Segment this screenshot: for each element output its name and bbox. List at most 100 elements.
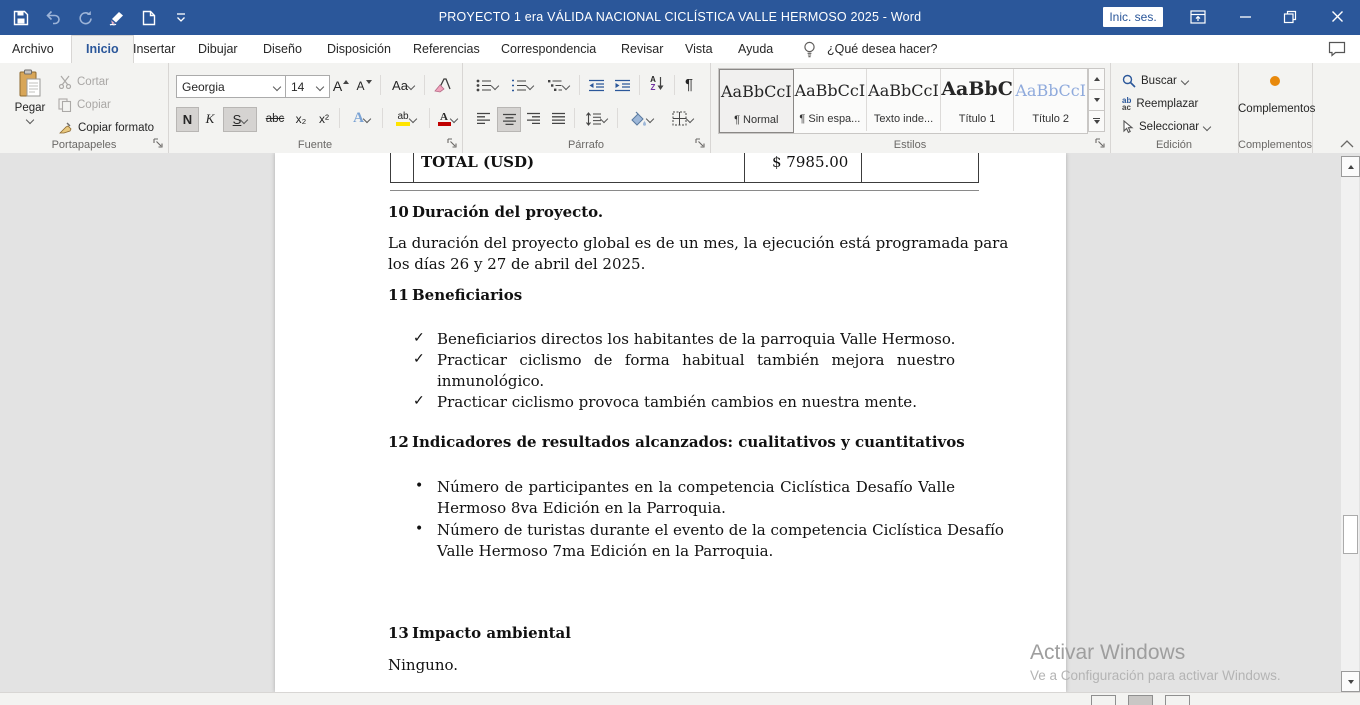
change-case-button[interactable]: Aa: [386, 74, 420, 97]
format-painter-button[interactable]: Copiar formato: [58, 119, 154, 137]
tab-diseno[interactable]: Diseño: [263, 35, 302, 63]
pilcrow-icon: ¶: [685, 76, 693, 93]
justify-button[interactable]: [547, 107, 569, 130]
font-name-dropdown-icon[interactable]: [273, 82, 281, 90]
highlight-dropdown-icon[interactable]: [409, 114, 417, 122]
select-button[interactable]: Seleccionar: [1122, 118, 1210, 136]
table-cell-amount: $ 7985.00: [772, 153, 848, 171]
tell-me-box[interactable]: ¿Qué desea hacer?: [827, 35, 938, 63]
collapse-ribbon-icon[interactable]: [1340, 139, 1356, 151]
ribbon-display-options-icon[interactable]: [1181, 0, 1215, 33]
numbered-list-button[interactable]: [507, 74, 537, 97]
group-label-clipboard: Portapapeles: [0, 139, 168, 151]
document-canvas[interactable]: TOTAL (USD) $ 7985.00 10Duración del pro…: [0, 153, 1360, 692]
superscript-button[interactable]: x²: [313, 107, 335, 130]
tab-archivo[interactable]: Archivo: [12, 35, 54, 63]
underline-dropdown-icon[interactable]: [240, 115, 248, 123]
bullet-list-button[interactable]: [472, 74, 502, 97]
sort-button[interactable]: A Z: [644, 72, 670, 95]
addins-button[interactable]: Complementos: [1238, 69, 1312, 115]
styles-scroll-down-button[interactable]: [1088, 90, 1105, 111]
subscript-button[interactable]: x₂: [290, 107, 312, 130]
bold-button[interactable]: N: [176, 107, 199, 132]
bullet-list-dropdown-icon[interactable]: [491, 81, 499, 89]
font-size-combo[interactable]: 14: [285, 75, 330, 98]
replace-icon: ab ac: [1122, 97, 1131, 111]
underline-button[interactable]: S: [223, 107, 257, 132]
decrease-indent-button[interactable]: [584, 74, 608, 97]
table-border: [861, 153, 862, 182]
list-item-line: Número de turistas durante el evento de …: [437, 520, 955, 541]
restore-icon[interactable]: [1273, 0, 1307, 33]
style-no-spacing[interactable]: AaBbCcI ¶ Sin espa...: [794, 69, 868, 131]
minimize-icon[interactable]: [1228, 0, 1262, 33]
borders-button[interactable]: [663, 107, 701, 130]
tab-ayuda[interactable]: Ayuda: [738, 35, 773, 63]
tab-dibujar[interactable]: Dibujar: [198, 35, 238, 63]
heading-number: 11: [388, 286, 412, 304]
style-indent-text[interactable]: AaBbCcI Texto inde...: [867, 69, 941, 131]
tab-vista[interactable]: Vista: [685, 35, 713, 63]
tab-disposicion[interactable]: Disposición: [327, 35, 391, 63]
tab-insertar[interactable]: Insertar: [133, 35, 175, 63]
style-heading1[interactable]: AaBbC Título 1: [941, 69, 1015, 131]
paste-dropdown-icon[interactable]: [26, 116, 34, 124]
align-center-button[interactable]: [497, 107, 521, 132]
style-normal[interactable]: AaBbCcI ¶ Normal: [719, 69, 794, 133]
group-styles: AaBbCcI ¶ Normal AaBbCcI ¶ Sin espa... A…: [710, 63, 1111, 153]
comment-icon[interactable]: [1328, 41, 1346, 57]
scroll-up-button[interactable]: [1341, 156, 1360, 177]
cut-icon: [58, 75, 72, 89]
shading-button[interactable]: [622, 107, 660, 130]
strikethrough-button[interactable]: abc: [261, 107, 289, 130]
font-color-button[interactable]: A: [432, 107, 462, 130]
select-dropdown-icon[interactable]: [1203, 123, 1211, 131]
scrollbar-thumb[interactable]: [1343, 515, 1358, 554]
increase-indent-button[interactable]: [610, 74, 634, 97]
font-name-combo[interactable]: Georgia: [176, 75, 287, 98]
font-dialog-launcher-icon[interactable]: [447, 138, 459, 150]
find-dropdown-icon[interactable]: [1181, 77, 1189, 85]
cut-label: Cortar: [77, 76, 109, 88]
vertical-scrollbar[interactable]: [1341, 156, 1359, 692]
styles-more-button[interactable]: [1088, 111, 1105, 132]
font-size-dropdown-icon[interactable]: [316, 82, 324, 90]
font-color-dropdown-icon[interactable]: [449, 114, 457, 122]
close-icon[interactable]: [1320, 0, 1354, 33]
line-spacing-dropdown-icon[interactable]: [599, 114, 607, 122]
clipboard-dialog-launcher-icon[interactable]: [153, 138, 165, 150]
group-font: Georgia 14 A A Aa N K S abc x₂ x² A: [168, 63, 463, 153]
style-heading2[interactable]: AaBbCcI Título 2: [1014, 69, 1087, 131]
align-right-button[interactable]: [522, 107, 544, 130]
find-button[interactable]: Buscar: [1122, 72, 1188, 90]
align-left-button[interactable]: [472, 107, 494, 130]
list-item-line: Hermoso 8va Edición en la Parroquia.: [437, 498, 955, 519]
shrink-font-button[interactable]: A: [354, 74, 374, 97]
group-label-font: Fuente: [168, 139, 462, 151]
sign-in-button[interactable]: Inic. ses.: [1103, 7, 1163, 27]
grow-font-button[interactable]: A: [330, 74, 352, 97]
clear-formatting-button[interactable]: [430, 73, 456, 96]
paragraph-dialog-launcher-icon[interactable]: [695, 138, 707, 150]
scroll-down-button[interactable]: [1341, 671, 1360, 692]
numbered-list-dropdown-icon[interactable]: [526, 81, 534, 89]
multilevel-list-dropdown-icon[interactable]: [562, 81, 570, 89]
tab-referencias[interactable]: Referencias: [413, 35, 480, 63]
highlight-button[interactable]: ab: [386, 107, 426, 130]
text-effects-button[interactable]: A: [345, 107, 378, 130]
tab-inicio[interactable]: Inicio: [71, 35, 134, 64]
styles-dialog-launcher-icon[interactable]: [1095, 138, 1107, 150]
borders-dropdown-icon[interactable]: [685, 114, 693, 122]
show-formatting-button[interactable]: ¶: [678, 73, 700, 96]
paste-button[interactable]: Pegar: [8, 67, 52, 135]
tab-correspondencia[interactable]: Correspondencia: [501, 35, 596, 63]
tab-revisar[interactable]: Revisar: [621, 35, 663, 63]
italic-button[interactable]: K: [200, 107, 220, 130]
table-border: [413, 153, 414, 182]
shading-dropdown-icon[interactable]: [646, 114, 654, 122]
styles-scroll-up-button[interactable]: [1088, 68, 1105, 90]
multilevel-list-button[interactable]: [542, 74, 574, 97]
replace-button[interactable]: ab ac Reemplazar: [1122, 95, 1198, 113]
grow-font-label: A: [333, 78, 342, 94]
line-spacing-button[interactable]: [579, 107, 612, 130]
